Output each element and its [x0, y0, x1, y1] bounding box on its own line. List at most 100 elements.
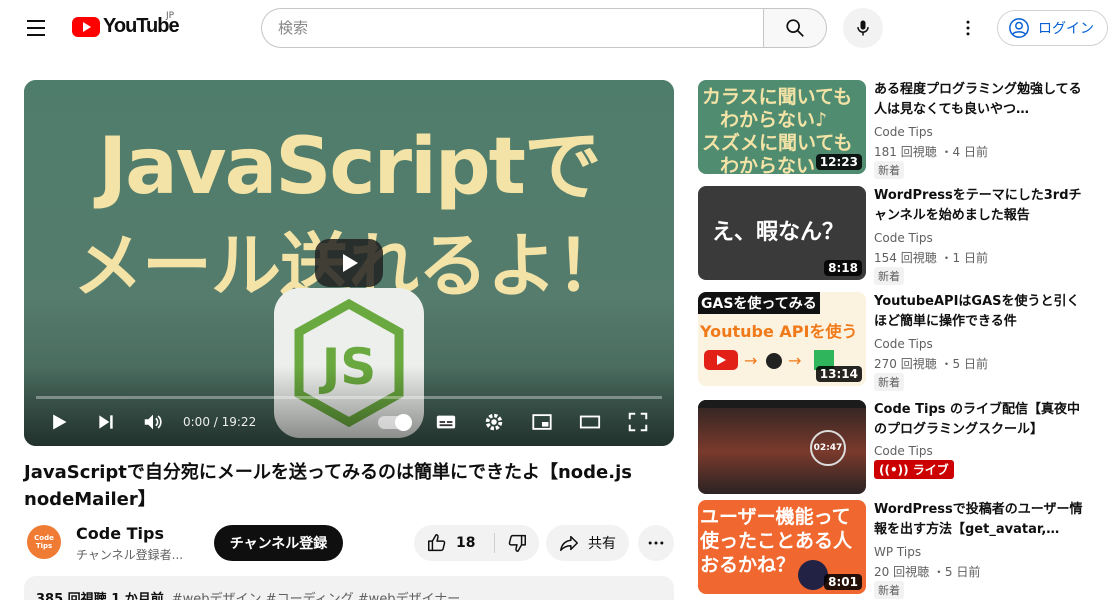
subtitles-button[interactable]: [430, 408, 462, 436]
video-duration: 8:18: [824, 260, 862, 276]
live-label: ライブ: [912, 463, 949, 477]
subscribe-button[interactable]: チャンネル登録: [214, 525, 343, 561]
live-icon: ((•)): [879, 463, 909, 477]
like-count: 18: [456, 535, 476, 551]
recommended-live[interactable]: 02:47 Code Tips のライブ配信【真夜中のプログラミングスクール】 …: [698, 400, 1098, 494]
like-button[interactable]: 18: [414, 525, 494, 561]
thumbnail-headline-1: JavaScriptで: [98, 122, 602, 212]
thumbnail-text: 使ったことある人: [700, 530, 853, 552]
channel-name[interactable]: Code Tips: [874, 337, 933, 351]
video-duration: 13:14: [815, 366, 862, 382]
thumb-up-icon: [428, 534, 446, 552]
thumbnail-text: ユーザー機能って: [700, 506, 851, 528]
fullscreen-icon: [628, 412, 648, 432]
large-play-button[interactable]: [315, 239, 383, 287]
share-label: 共有: [588, 536, 616, 552]
fullscreen-button[interactable]: [622, 408, 654, 436]
share-button[interactable]: 共有: [546, 525, 629, 561]
play-icon: [53, 414, 67, 430]
channel-name[interactable]: Code Tips: [874, 125, 933, 139]
clock-icon: 02:47: [810, 430, 846, 466]
svg-text:→: →: [744, 351, 757, 370]
miniplayer-button[interactable]: [526, 408, 558, 436]
svg-text:→: →: [788, 351, 801, 370]
subtitles-icon: [436, 415, 456, 429]
theater-mode-button[interactable]: [574, 408, 606, 436]
player-controls: 0:00 / 19:22: [24, 404, 674, 440]
youtube-play-icon: [72, 16, 100, 37]
mute-button[interactable]: [137, 408, 169, 436]
miniplayer-icon: [532, 414, 552, 430]
hamburger-menu-button[interactable]: [20, 12, 52, 44]
more-actions-button[interactable]: [638, 525, 674, 561]
video-title[interactable]: ある程度プログラミング勉強してる人は見なくても良いやつ…: [874, 80, 1084, 120]
recommended-video[interactable]: GASを使ってみる Youtube APIを使う → → 13:14 Youtu…: [698, 292, 1098, 391]
channel-name[interactable]: WP Tips: [874, 545, 921, 559]
video-player[interactable]: JavaScriptで メール送れるよ！ JS 0:00 / 19:22: [24, 80, 674, 446]
theater-icon: [579, 415, 601, 429]
new-badge: 新着: [874, 267, 904, 285]
skip-next-icon: [99, 415, 113, 429]
youtube-to-sheets-icon: → →: [704, 350, 834, 370]
video-title: JavaScriptで自分宛にメールを送ってみるのは簡単にできたよ【node.j…: [24, 462, 632, 510]
video-metadata: 154 回視聴 ・1 日前: [874, 251, 988, 265]
search-button[interactable]: [763, 8, 827, 48]
video-title[interactable]: YoutubeAPIはGASを使うと引くほど簡単に操作できる件: [874, 292, 1084, 332]
video-thumbnail[interactable]: 02:47: [698, 400, 866, 494]
owner-row: Code Tips Code Tips チャンネル登録者... チャンネル登録 1…: [24, 522, 674, 564]
play-icon: [343, 254, 358, 272]
like-dislike-group: 18: [414, 525, 539, 561]
video-thumbnail[interactable]: カラスに聞いても わからない♪ スズメに聞いても わからない 12:23: [698, 80, 866, 174]
video-title[interactable]: WordPressをテーマにした3rdチャンネルを始めました報告: [874, 186, 1084, 226]
more-horiz-icon: [648, 541, 664, 545]
new-badge: 新着: [874, 581, 904, 599]
subscriber-count: チャンネル登録者...: [76, 548, 184, 562]
dislike-button[interactable]: [495, 525, 539, 561]
autoplay-toggle[interactable]: [378, 414, 412, 431]
thumbnail-text: Youtube APIを使う: [700, 322, 858, 341]
video-thumbnail[interactable]: GASを使ってみる Youtube APIを使う → → 13:14: [698, 292, 866, 386]
settings-more-button[interactable]: [952, 12, 984, 44]
video-duration: 12:23: [815, 154, 862, 170]
youtube-logo[interactable]: YouTube: [72, 15, 180, 38]
recommended-video[interactable]: カラスに聞いても わからない♪ スズメに聞いても わからない 12:23 ある程…: [698, 80, 1098, 179]
next-button[interactable]: [90, 408, 122, 436]
video-title[interactable]: Code Tips のライブ配信【真夜中のプログラミングスクール】: [874, 400, 1084, 440]
time-display: 0:00 / 19:22: [183, 415, 257, 429]
voice-search-button[interactable]: [843, 8, 883, 48]
video-thumbnail[interactable]: え、暇なん？ 8:18: [698, 186, 866, 280]
live-badge: ((•)) ライブ: [874, 460, 954, 479]
video-title[interactable]: WordPressで投稿者のユーザー情報を出す方法【get_avatar,…: [874, 500, 1084, 540]
search-input[interactable]: [261, 8, 764, 48]
channel-name[interactable]: Code Tips: [874, 444, 933, 458]
avatar-text: Tips: [35, 542, 53, 550]
video-thumbnail[interactable]: ユーザー機能って 使ったことある人 おるかね？ 8:01: [698, 500, 866, 594]
hashtags[interactable]: #webデザイン #コーディング #webデザイナー: [172, 592, 461, 600]
login-label: ログイン: [1038, 21, 1094, 37]
country-code: JP: [166, 11, 175, 21]
avatar-text: Code: [34, 534, 54, 542]
settings-button[interactable]: [478, 408, 510, 436]
search-icon: [786, 19, 804, 37]
description-box[interactable]: 385 回視聴 1 か月前 #webデザイン #コーディング #webデザイナー: [24, 576, 674, 600]
progress-bar[interactable]: [36, 396, 662, 399]
recommended-video[interactable]: ユーザー機能って 使ったことある人 おるかね？ 8:01 WordPressで投…: [698, 500, 1098, 599]
thumbnail-text: GASを使ってみる: [698, 292, 820, 314]
gear-icon: [485, 413, 503, 431]
share-icon: [560, 535, 578, 552]
recommended-video[interactable]: え、暇なん？ 8:18 WordPressをテーマにした3rdチャンネルを始めま…: [698, 186, 1098, 285]
channel-name[interactable]: Code Tips: [874, 231, 933, 245]
new-badge: 新着: [874, 161, 904, 179]
new-badge: 新着: [874, 373, 904, 391]
login-button[interactable]: ログイン: [997, 10, 1108, 46]
masthead: YouTube JP ログイン: [0, 0, 1109, 56]
more-vert-icon: [966, 20, 970, 36]
view-count: 385 回視聴 1 か月前: [36, 592, 164, 600]
channel-avatar[interactable]: Code Tips: [27, 525, 61, 559]
menu-icon: [27, 20, 45, 22]
thumb-down-icon: [508, 534, 526, 552]
menu-icon: [27, 27, 45, 29]
channel-name[interactable]: Code Tips: [76, 524, 164, 543]
menu-icon: [27, 34, 45, 36]
play-button[interactable]: [43, 408, 75, 436]
